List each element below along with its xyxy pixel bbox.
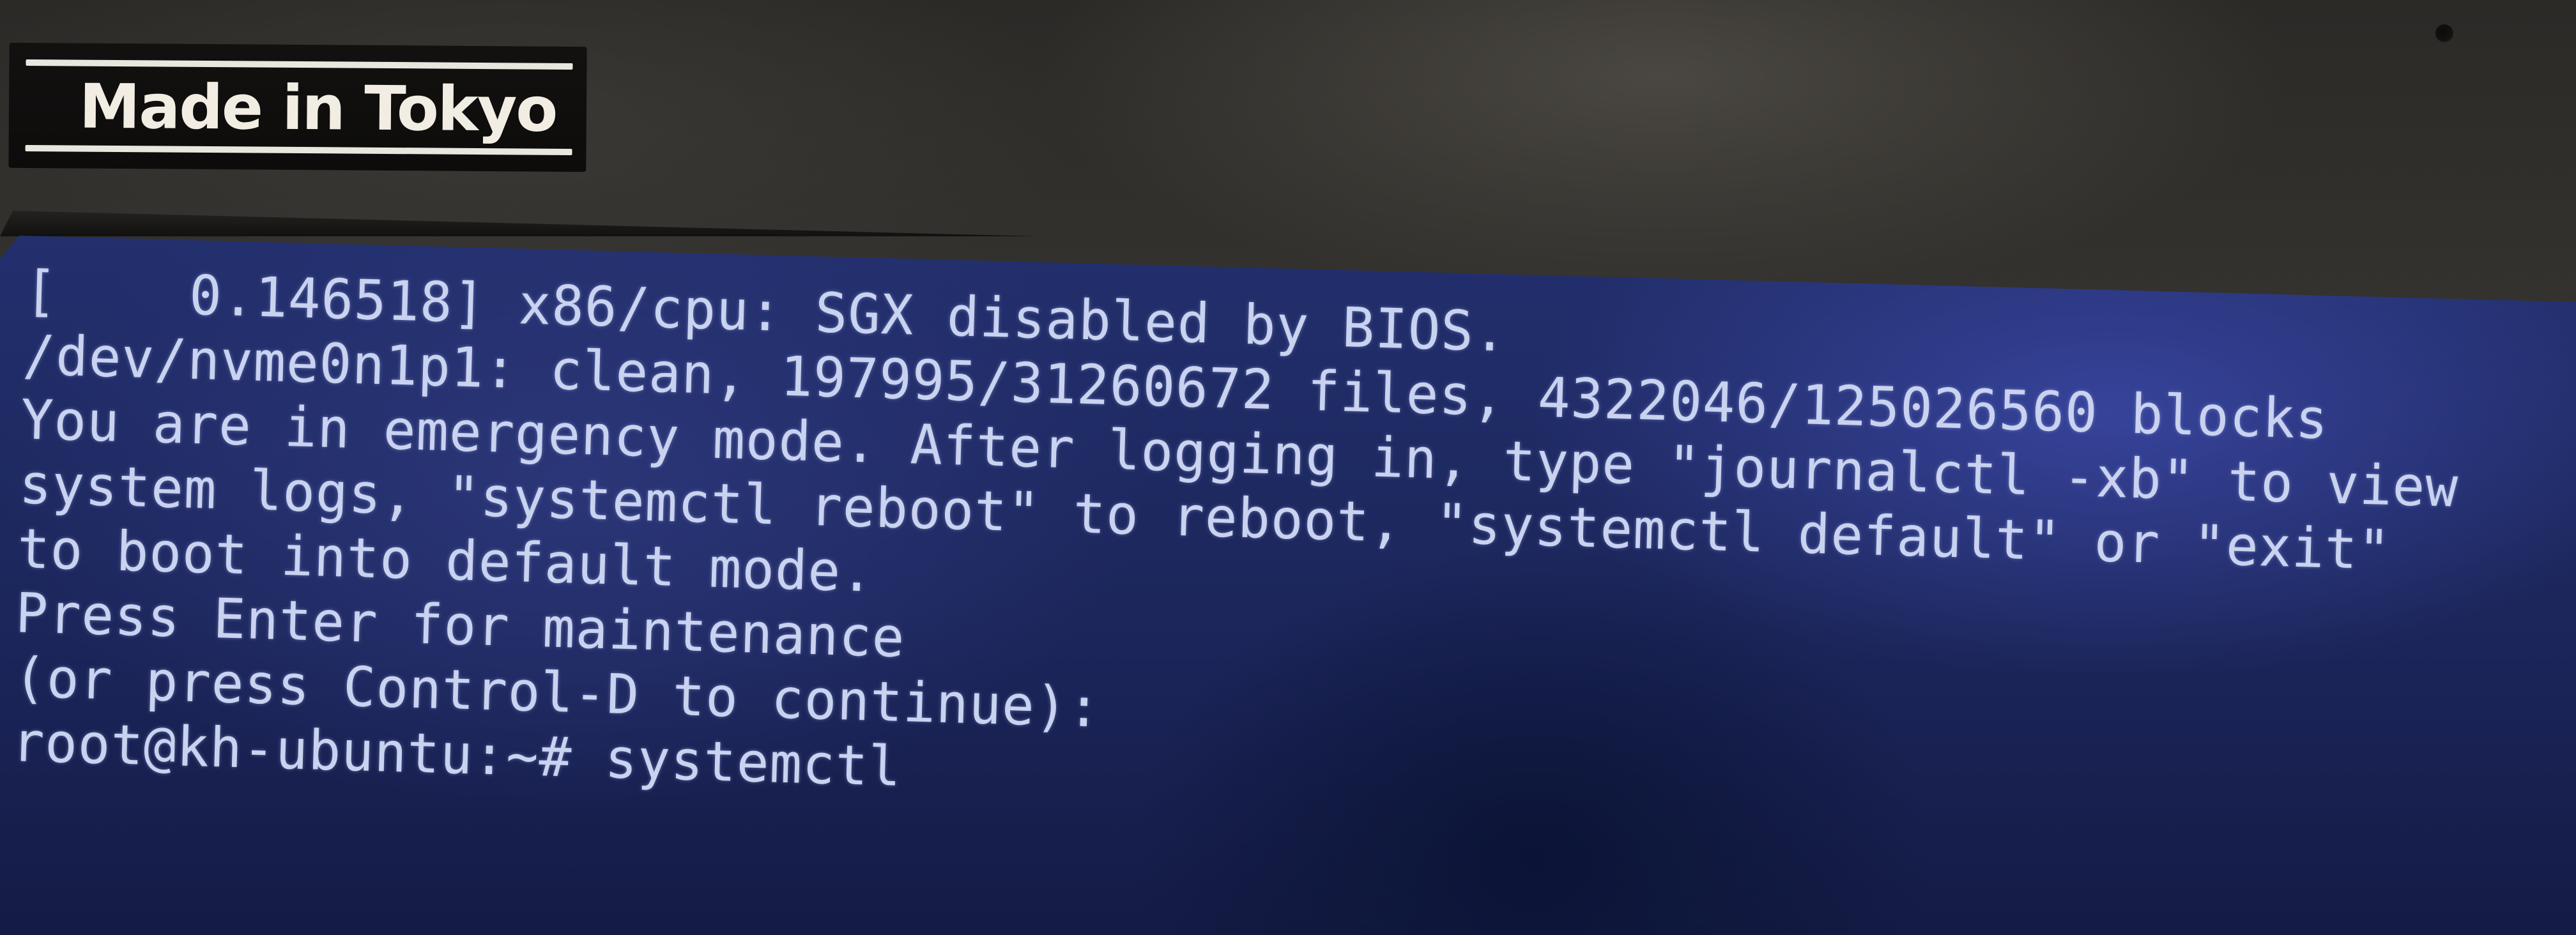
screen-edge	[0, 211, 2576, 236]
made-in-tokyo-sticker: Made in Tokyo	[8, 42, 587, 172]
webcam-dot	[2435, 24, 2453, 42]
sticker-text: Made in Tokyo	[79, 70, 557, 146]
emergency-mode-console[interactable]: [ 0.146518] x86/cpu: SGX disabled by BIO…	[9, 259, 2516, 915]
laptop-photo: Made in Tokyo [ 0.146518] x86/cpu: SGX d…	[0, 0, 2576, 935]
